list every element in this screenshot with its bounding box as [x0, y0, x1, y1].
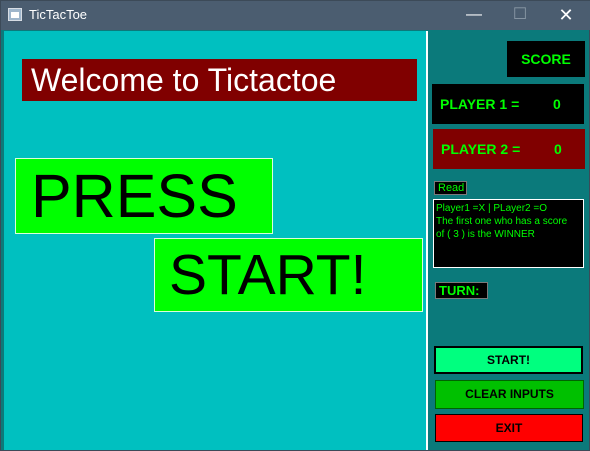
app-window: TicTacToe — ☐ ✕ Welcome to Tictactoe PRE…	[0, 0, 590, 451]
turn-label: TURN:	[435, 282, 488, 299]
player2-score: 0	[554, 141, 562, 157]
press-label[interactable]: PRESS	[15, 158, 273, 234]
start-big-label[interactable]: START!	[154, 238, 423, 312]
clear-inputs-button[interactable]: CLEAR INPUTS	[435, 380, 584, 409]
read-line: Player1 =X | PLayer2 =O	[436, 203, 547, 214]
player2-score-panel: PLAYER 2 = 0	[433, 129, 585, 169]
window-title: TicTacToe	[29, 7, 88, 22]
player1-label: PLAYER 1 =	[440, 96, 520, 112]
app-window-icon	[8, 8, 22, 21]
close-button[interactable]: ✕	[543, 1, 589, 30]
maximize-button[interactable]: ☐	[497, 1, 543, 30]
minimize-button[interactable]: —	[451, 1, 497, 30]
read-textbox[interactable]: Player1 =X | PLayer2 =O The first one wh…	[433, 199, 584, 268]
read-label: Read	[434, 181, 467, 195]
read-line: of ( 3 ) is the WINNER	[436, 229, 535, 240]
score-heading: SCORE	[507, 41, 585, 77]
player1-score: 0	[553, 96, 561, 112]
player2-label: PLAYER 2 =	[441, 141, 521, 157]
start-button[interactable]: START!	[434, 346, 583, 374]
read-line: The first one who has a score	[436, 216, 568, 227]
player1-score-panel: PLAYER 1 = 0	[432, 84, 584, 124]
title-bar[interactable]: TicTacToe — ☐ ✕	[1, 1, 590, 30]
exit-button[interactable]: EXIT	[435, 414, 583, 442]
welcome-banner: Welcome to Tictactoe	[22, 59, 417, 101]
